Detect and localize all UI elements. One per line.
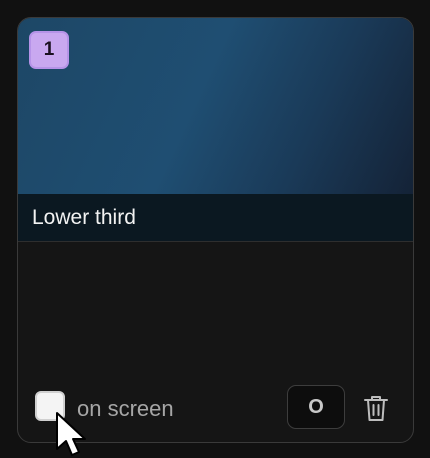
on-screen-checkbox[interactable] — [35, 391, 65, 421]
trash-icon[interactable] — [362, 393, 390, 423]
hotkey-button[interactable]: O — [287, 385, 345, 429]
graphic-title-bar: Lower third — [18, 194, 413, 242]
graphic-card[interactable]: 1 Lower third — [17, 17, 414, 443]
graphic-title: Lower third — [32, 206, 136, 229]
shortcut-number-badge: 1 — [29, 31, 69, 69]
graphic-preview[interactable]: 1 — [18, 18, 413, 194]
on-screen-label[interactable]: on screen — [77, 395, 174, 423]
